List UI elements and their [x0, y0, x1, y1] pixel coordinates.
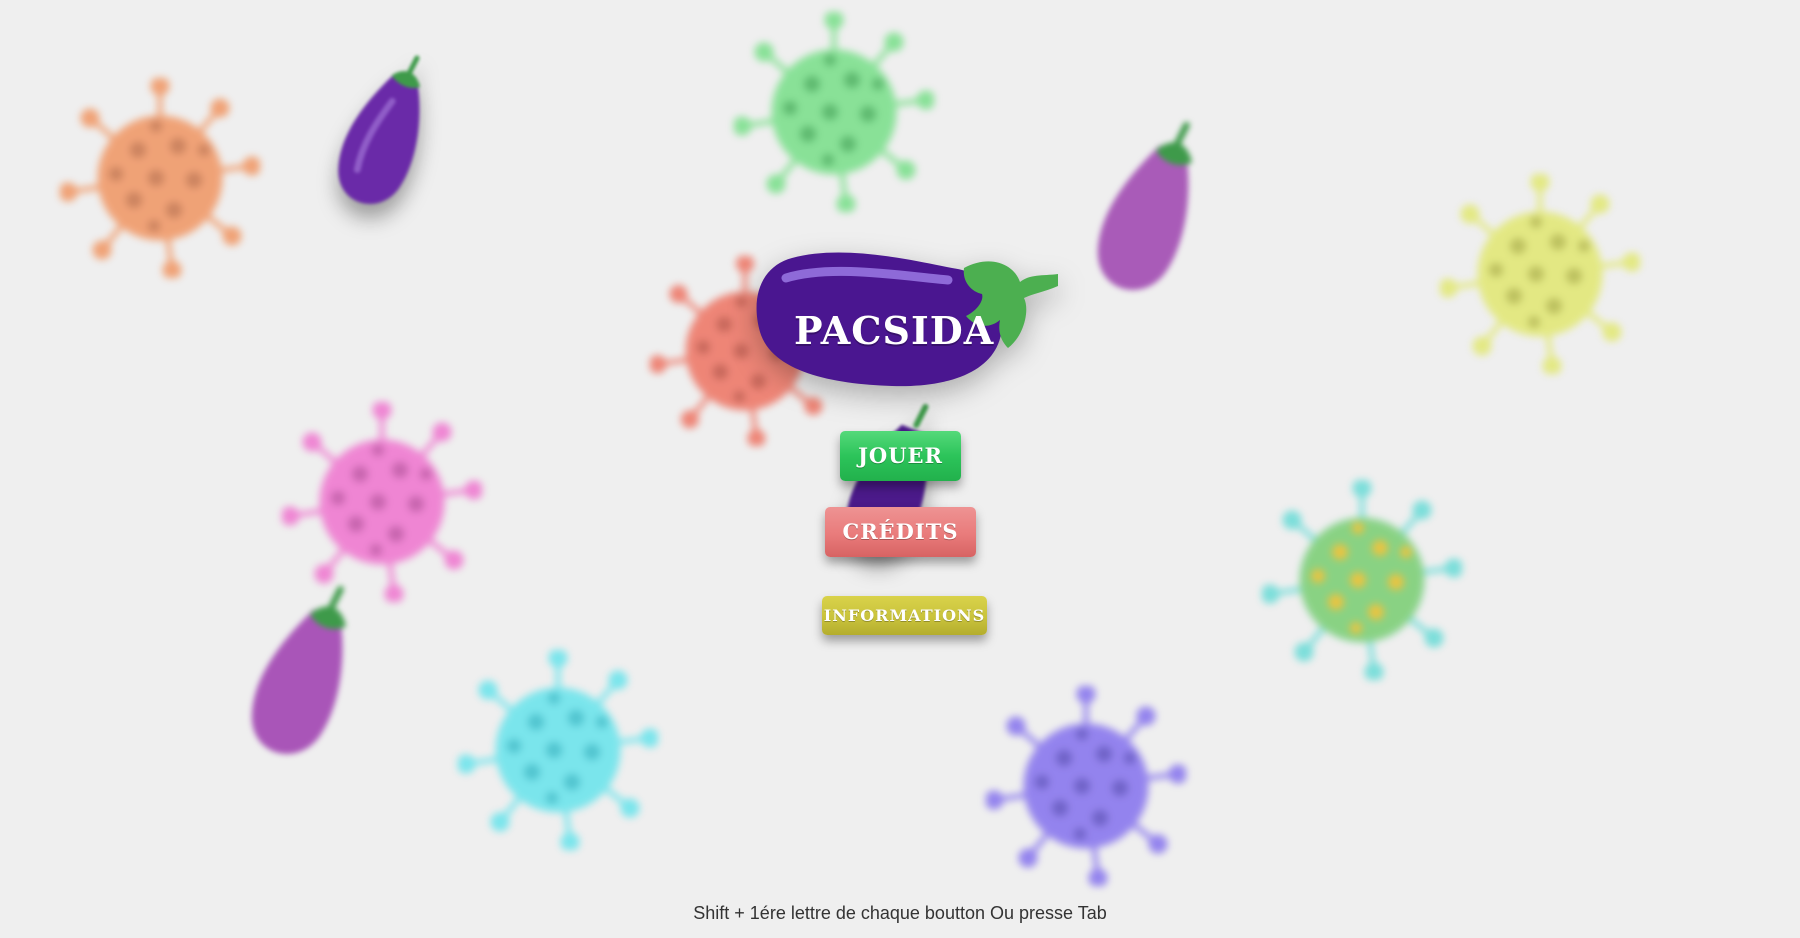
keyboard-hint: Shift + 1ére lettre de chaque boutton Ou… — [693, 903, 1107, 923]
light-purple-aubergine-icon — [1097, 121, 1192, 291]
logo-title: PACSIDA — [794, 308, 995, 353]
play-button[interactable]: JOUER — [840, 431, 961, 481]
cyan-virus-icon — [458, 650, 658, 850]
game-title-screen: PACSIDA JOUER CRÉDITS INFORMATIONS Shift… — [0, 0, 1800, 938]
game-logo: PACSIDA — [752, 246, 1064, 394]
purple-aubergine-icon — [251, 585, 346, 755]
informations-button[interactable]: INFORMATIONS — [822, 596, 987, 635]
blue-violet-virus-icon — [986, 686, 1186, 886]
orange-virus-icon — [60, 78, 260, 278]
dark-purple-aubergine-icon — [338, 55, 421, 204]
teal-yellow-virus-icon — [1262, 480, 1462, 680]
green-virus-icon — [734, 12, 934, 212]
credits-button[interactable]: CRÉDITS — [825, 507, 976, 557]
pink-virus-icon — [282, 402, 482, 602]
yellow-virus-icon — [1440, 174, 1640, 374]
